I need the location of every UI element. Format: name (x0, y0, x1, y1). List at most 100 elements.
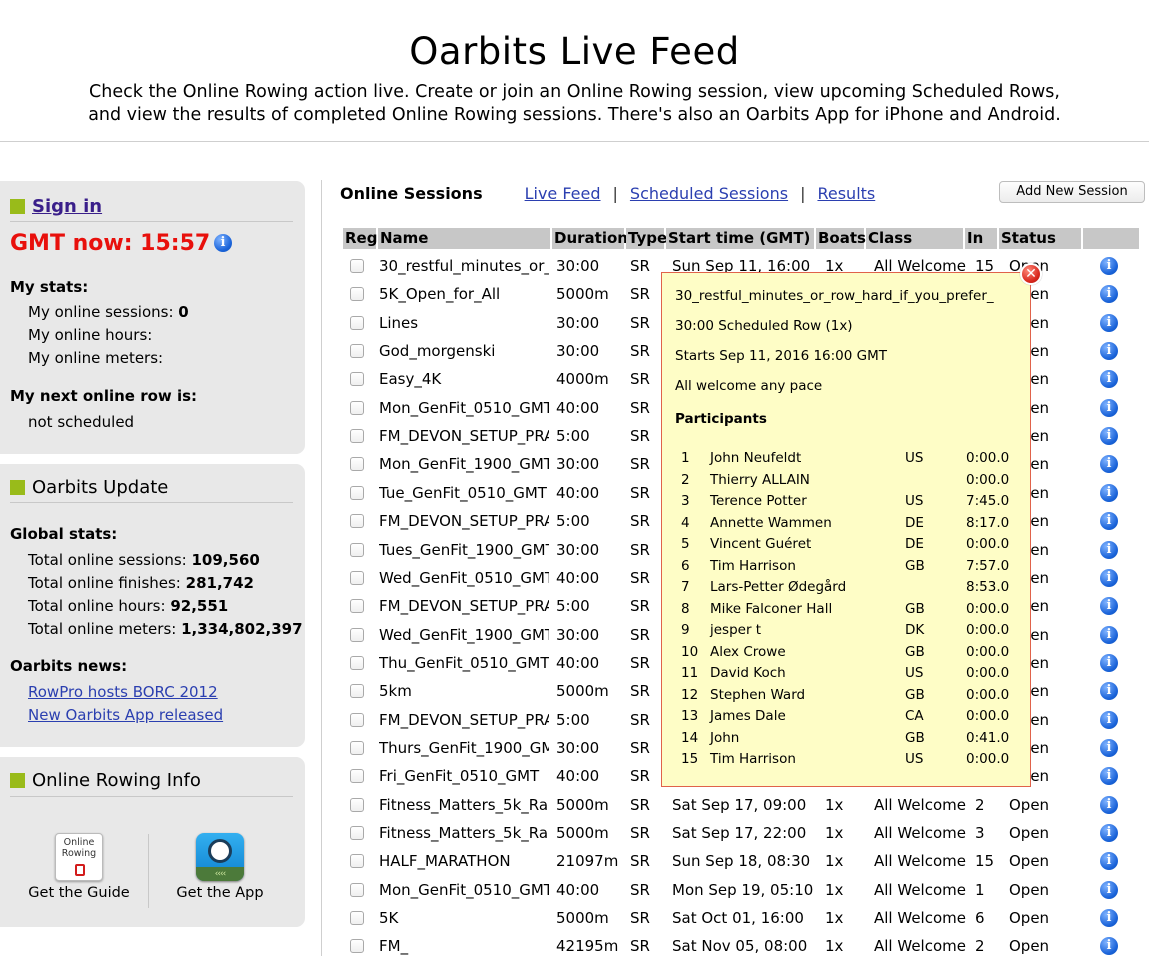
row-name[interactable]: 5K (379, 904, 549, 932)
row-name[interactable]: Mon_GenFit_1900_GMT (379, 450, 549, 478)
register-checkbox[interactable] (350, 457, 364, 472)
info-icon[interactable]: i (1100, 257, 1118, 275)
row-name[interactable]: Mon_GenFit_0510_GMT (379, 394, 549, 422)
guide-button[interactable]: Online Rowing Get the Guide (24, 833, 134, 908)
row-name[interactable]: 5K_Open_for_All (379, 280, 549, 308)
row-name[interactable]: FM_DEVON_SETUP_PRAC (379, 422, 549, 450)
info-icon[interactable]: i (214, 234, 232, 252)
row-name[interactable]: HALF_MARATHON (379, 847, 549, 875)
register-checkbox[interactable] (350, 627, 364, 642)
register-checkbox[interactable] (350, 882, 364, 897)
register-checkbox[interactable] (350, 287, 364, 302)
row-name[interactable]: God_morgenski (379, 337, 549, 365)
register-checkbox[interactable] (350, 911, 364, 926)
register-checkbox[interactable] (350, 599, 364, 614)
row-boats: 1x (825, 795, 844, 814)
info-icon[interactable]: i (1100, 909, 1118, 928)
info-icon[interactable]: i (1100, 653, 1118, 672)
info-icon[interactable]: i (1100, 738, 1118, 757)
row-name[interactable]: 5km (379, 677, 549, 705)
register-checkbox[interactable] (350, 740, 364, 755)
info-icon[interactable]: i (1100, 455, 1118, 474)
register-checkbox[interactable] (350, 797, 364, 812)
info-icon[interactable]: i (1100, 682, 1118, 701)
info-icon[interactable]: i (1100, 285, 1118, 304)
register-checkbox[interactable] (350, 542, 364, 557)
row-boats: 1x (825, 852, 844, 871)
table-row[interactable]: Fitness_Matters_5k_Rac 5000m SR Sat Sep 17,… (343, 791, 1139, 819)
row-name[interactable]: Fri_GenFit_0510_GMT (379, 762, 549, 790)
pdf-guide-icon: Online Rowing (55, 833, 103, 881)
table-row[interactable]: 5K 5000m SR Sat Oct 01, 16:00 1x All Welcome 6… (343, 904, 1139, 932)
info-icon[interactable]: i (1100, 398, 1118, 417)
row-name[interactable]: 30_restful_minutes_or_ (379, 252, 549, 280)
nav-scheduled-sessions[interactable]: Scheduled Sessions (630, 184, 788, 203)
participant-name: Vincent Guéret (710, 536, 812, 552)
register-checkbox[interactable] (350, 939, 364, 954)
register-checkbox[interactable] (350, 514, 364, 529)
participant-row: 12 Stephen Ward GB 0:00.0 (662, 685, 1032, 706)
info-icon[interactable]: i (1100, 342, 1118, 361)
row-name[interactable]: Wed_GenFit_0510_GMT (379, 564, 549, 592)
info-icon[interactable]: i (1100, 710, 1118, 729)
row-name[interactable]: Mon_GenFit_0510_GMT (379, 876, 549, 904)
register-checkbox[interactable] (350, 826, 364, 840)
close-icon[interactable]: ✕ (1020, 263, 1042, 285)
register-checkbox[interactable] (350, 769, 364, 784)
total-finishes-value: 281,742 (185, 574, 254, 592)
info-icon[interactable]: i (1100, 540, 1118, 559)
register-checkbox[interactable] (350, 655, 364, 670)
row-class: All Welcome (874, 880, 966, 899)
app-button[interactable]: ‹‹‹‹ Get the App (165, 833, 275, 908)
register-checkbox[interactable] (350, 854, 364, 869)
row-name[interactable]: FM_DEVON_SETUP_PRAC (379, 592, 549, 620)
register-checkbox[interactable] (350, 485, 364, 500)
add-new-session-button[interactable]: Add New Session (999, 181, 1145, 203)
info-icon[interactable]: i (1100, 483, 1118, 502)
info-icon[interactable]: i (1100, 370, 1118, 389)
info-icon[interactable]: i (1100, 937, 1118, 956)
row-duration: 5:00 (556, 710, 590, 729)
row-name[interactable]: Fitness_Matters_5k_Rac (379, 819, 549, 847)
register-checkbox[interactable] (350, 400, 364, 415)
row-name[interactable]: Thurs_GenFit_1900_GM (379, 734, 549, 762)
table-row[interactable]: Mon_GenFit_0510_GMT 40:00 SR Mon Sep 19, 05… (343, 876, 1139, 904)
row-name[interactable]: Thu_GenFit_0510_GMT (379, 649, 549, 677)
info-icon[interactable]: i (1100, 427, 1118, 446)
row-name[interactable]: Lines (379, 309, 549, 337)
table-row[interactable]: Fitness_Matters_5k_Rac 5000m SR Sat Sep 17,… (343, 819, 1139, 847)
nav-results[interactable]: Results (817, 184, 875, 203)
sign-in-link[interactable]: Sign in (32, 196, 102, 217)
register-checkbox[interactable] (350, 259, 364, 273)
row-name[interactable]: FM_DEVON_SETUP_PRAC (379, 706, 549, 734)
info-icon[interactable]: i (1100, 625, 1118, 644)
info-icon[interactable]: i (1100, 880, 1118, 899)
info-icon[interactable]: i (1100, 313, 1118, 332)
row-name[interactable]: Tues_GenFit_1900_GMT (379, 536, 549, 564)
row-name[interactable]: Tue_GenFit_0510_GMT (379, 479, 549, 507)
info-icon[interactable]: i (1100, 597, 1118, 616)
row-duration: 40:00 (556, 483, 600, 502)
info-icon[interactable]: i (1100, 512, 1118, 531)
info-icon[interactable]: i (1100, 852, 1118, 871)
row-name[interactable]: Fitness_Matters_5k_Rac (379, 791, 549, 819)
info-icon[interactable]: i (1100, 767, 1118, 786)
register-checkbox[interactable] (350, 372, 364, 387)
nav-live-feed[interactable]: Live Feed (525, 184, 601, 203)
register-checkbox[interactable] (350, 684, 364, 699)
news-link-borc[interactable]: RowPro hosts BORC 2012 (28, 683, 218, 701)
row-name[interactable]: Easy_4K (379, 365, 549, 393)
row-name[interactable]: FM_DEVON_SETUP_PRAC (379, 507, 549, 535)
news-link-app[interactable]: New Oarbits App released (28, 706, 223, 724)
register-checkbox[interactable] (350, 344, 364, 359)
info-icon[interactable]: i (1100, 824, 1118, 842)
register-checkbox[interactable] (350, 712, 364, 727)
register-checkbox[interactable] (350, 315, 364, 330)
info-icon[interactable]: i (1100, 795, 1118, 814)
register-checkbox[interactable] (350, 429, 364, 444)
register-checkbox[interactable] (350, 570, 364, 585)
info-icon[interactable]: i (1100, 568, 1118, 587)
row-name[interactable]: Wed_GenFit_1900_GMT (379, 621, 549, 649)
table-row[interactable]: HALF_MARATHON 21097m SR Sun Sep 18, 08:30 1x… (343, 847, 1139, 875)
participant-time: 0:00.0 (966, 471, 1010, 488)
